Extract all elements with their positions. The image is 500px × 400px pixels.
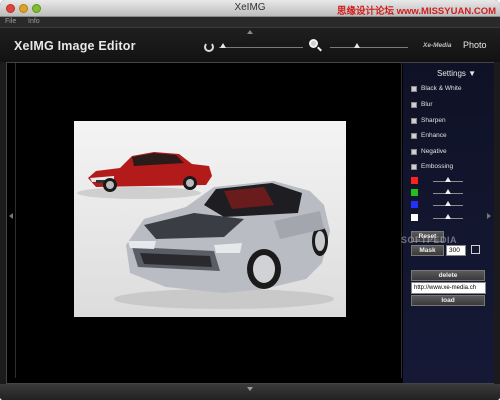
zoom-slider[interactable] — [330, 43, 408, 48]
rotate-icon[interactable] — [204, 42, 214, 52]
app-window: XeIMG 思缘设计论坛 www.MISSYUAN.COM File Info … — [0, 0, 500, 400]
brand-logo: Xe-Media — [423, 42, 452, 49]
white-slider-knob[interactable] — [445, 214, 451, 219]
settings-toggle[interactable]: Settings ▼ — [437, 69, 476, 78]
zoom-icon[interactable] — [309, 39, 322, 53]
menu-bar: File Info — [0, 17, 500, 28]
image-preview[interactable] — [74, 121, 346, 317]
mask-size-field[interactable]: 300 — [446, 245, 466, 256]
bottom-bar — [0, 384, 500, 400]
url-input[interactable]: http://www.xe-media.ch — [411, 282, 486, 294]
site-watermark: 思缘设计论坛 www.MISSYUAN.COM — [336, 6, 496, 17]
green-slider-knob[interactable] — [445, 189, 451, 194]
menu-item-file[interactable]: File — [5, 18, 16, 25]
blue-slider-knob[interactable] — [445, 201, 451, 206]
mode-label: Photo — [463, 40, 487, 50]
red-slider-knob[interactable] — [445, 177, 451, 182]
filter-label: Sharpen — [421, 117, 446, 124]
checkbox[interactable] — [411, 102, 417, 108]
blue-slider[interactable] — [433, 201, 463, 206]
checkbox[interactable] — [411, 86, 417, 92]
checkbox[interactable] — [411, 118, 417, 124]
delete-button[interactable]: delete — [411, 270, 485, 281]
collapse-up-arrow-icon[interactable] — [247, 30, 253, 34]
cars-photo — [77, 152, 334, 309]
expand-left-arrow-icon[interactable] — [9, 213, 13, 219]
rotation-slider-knob[interactable] — [220, 43, 227, 48]
white-slider[interactable] — [433, 214, 463, 219]
app-title: XeIMG Image Editor — [14, 39, 136, 53]
softpedia-watermark: SOFTPEDIA — [401, 235, 458, 245]
load-button[interactable]: load — [411, 295, 485, 306]
filter-label: Black & White — [421, 85, 462, 92]
collapse-down-arrow-icon[interactable] — [247, 387, 253, 391]
filter-label: Enhance — [421, 132, 447, 139]
mask-color-box[interactable] — [471, 245, 480, 254]
rotation-slider[interactable] — [219, 43, 303, 48]
red-slider[interactable] — [433, 177, 463, 182]
title-bar: XeIMG 思缘设计论坛 www.MISSYUAN.COM — [0, 0, 500, 17]
white-swatch — [411, 214, 418, 221]
filter-label: Embossing — [421, 163, 454, 170]
zoom-slider-knob[interactable] — [354, 43, 361, 48]
main-area: Settings ▼ Black & White Blur Sharpen En… — [6, 62, 494, 384]
blue-swatch — [411, 201, 418, 208]
filter-label: Blur — [421, 101, 433, 108]
filter-label: Negative — [421, 148, 447, 155]
header: XeIMG Image Editor Xe-Media Photo — [0, 28, 500, 62]
green-swatch — [411, 189, 418, 196]
expand-right-arrow-icon[interactable] — [487, 213, 491, 219]
checkbox[interactable] — [411, 133, 417, 139]
red-swatch — [411, 177, 418, 184]
settings-panel: Settings ▼ Black & White Blur Sharpen En… — [401, 63, 494, 383]
menu-item-info[interactable]: Info — [28, 18, 40, 25]
green-slider[interactable] — [433, 189, 463, 194]
checkbox[interactable] — [411, 164, 417, 170]
checkbox[interactable] — [411, 149, 417, 155]
mask-button[interactable]: Mask — [411, 245, 444, 256]
